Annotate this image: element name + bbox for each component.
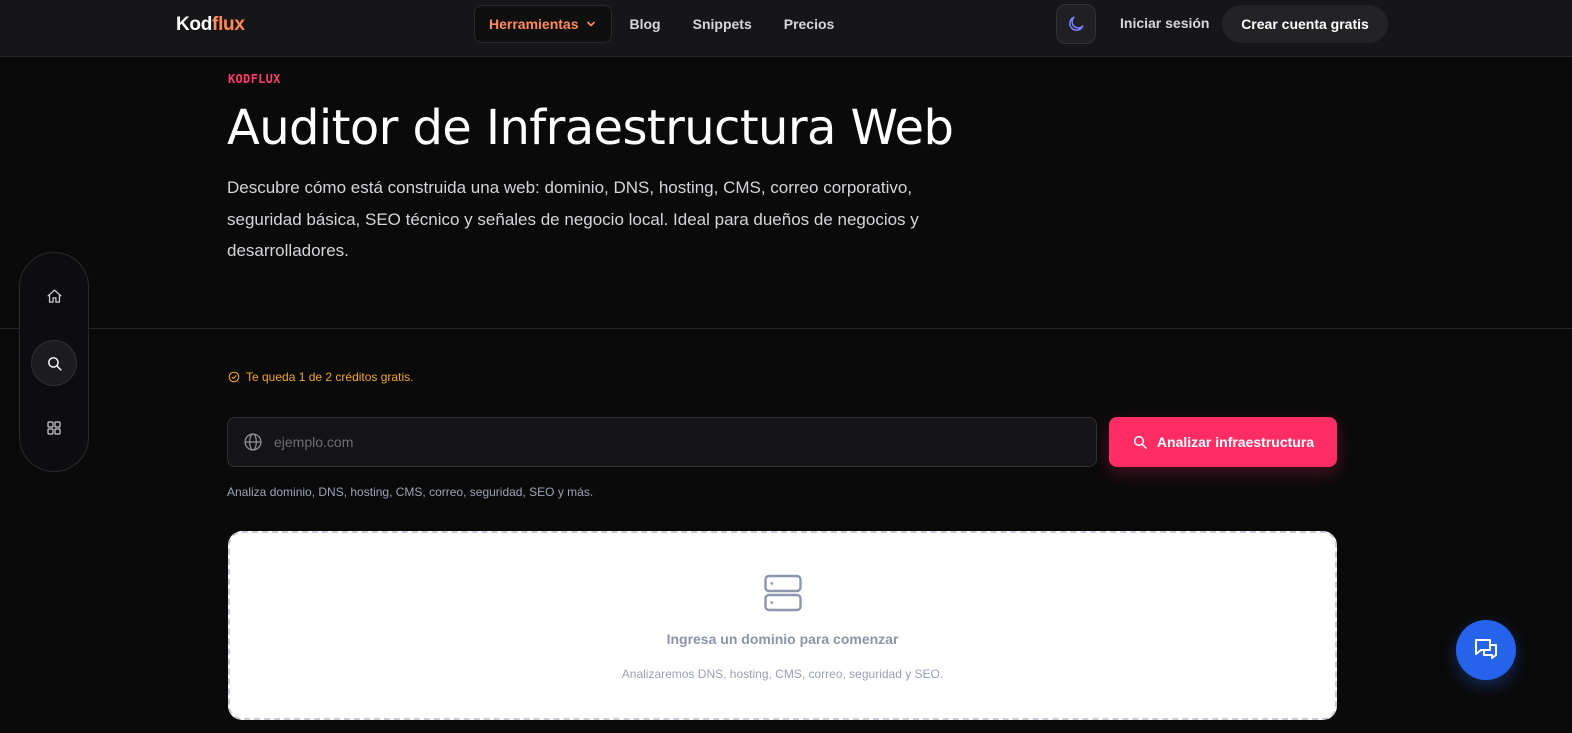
empty-state-subtitle: Analizaremos DNS, hosting, CMS, correo, … [621, 667, 944, 681]
nav-tools-dropdown[interactable]: Herramientas [474, 5, 612, 43]
search-hint: Analiza dominio, DNS, hosting, CMS, corr… [227, 485, 594, 499]
analyze-button-label: Analizar infraestructura [1156, 434, 1315, 450]
chat-icon [1475, 639, 1497, 659]
domain-search-box [227, 417, 1097, 467]
chevron-down-icon [586, 21, 595, 27]
moon-icon [1069, 16, 1084, 31]
empty-state-title: Ingresa un dominio para comenzar [666, 631, 899, 647]
empty-state-card: Ingresa un dominio para comenzar Analiza… [228, 531, 1337, 720]
brand-name-part2: flux [212, 14, 245, 35]
grid-icon [47, 421, 61, 435]
nav-tools-label: Herramientas [489, 16, 579, 32]
nav-link-precios[interactable]: Precios [784, 16, 835, 32]
credits-text: Te queda 1 de 2 créditos gratis. [246, 370, 414, 384]
main-nav: Herramientas Blog Snippets Precios [474, 5, 834, 43]
search-icon [47, 356, 62, 371]
credits-notice: Te queda 1 de 2 créditos gratis. [228, 370, 413, 384]
check-circle-icon [228, 371, 240, 383]
nav-link-snippets[interactable]: Snippets [693, 16, 752, 32]
domain-input[interactable] [274, 418, 1074, 466]
create-account-button[interactable]: Crear cuenta gratis [1222, 5, 1388, 43]
brand-logo[interactable]: Kodflux [176, 14, 245, 36]
globe-icon [244, 433, 262, 451]
login-link[interactable]: Iniciar sesión [1120, 15, 1209, 31]
analyze-button[interactable]: Analizar infraestructura [1109, 417, 1337, 467]
home-icon [46, 288, 62, 303]
hero-eyebrow: KODFLUX [228, 72, 281, 86]
rail-search-button[interactable] [31, 340, 77, 386]
nav-link-blog[interactable]: Blog [630, 16, 661, 32]
page-title: Auditor de Infraestructura Web [227, 100, 954, 156]
top-header: Kodflux Herramientas Blog Snippets Preci… [0, 0, 1572, 57]
side-rail [19, 252, 89, 472]
hero-description: Descubre cómo está construida una web: d… [227, 178, 919, 260]
theme-toggle-button[interactable] [1056, 4, 1096, 44]
search-icon [1133, 435, 1147, 449]
brand-name-part1: Kod [176, 14, 213, 35]
rail-home-button[interactable] [31, 273, 77, 319]
hero-divider [0, 328, 1572, 329]
rail-tools-button[interactable] [31, 405, 77, 451]
chat-button[interactable] [1456, 620, 1516, 680]
server-icon [764, 574, 802, 612]
